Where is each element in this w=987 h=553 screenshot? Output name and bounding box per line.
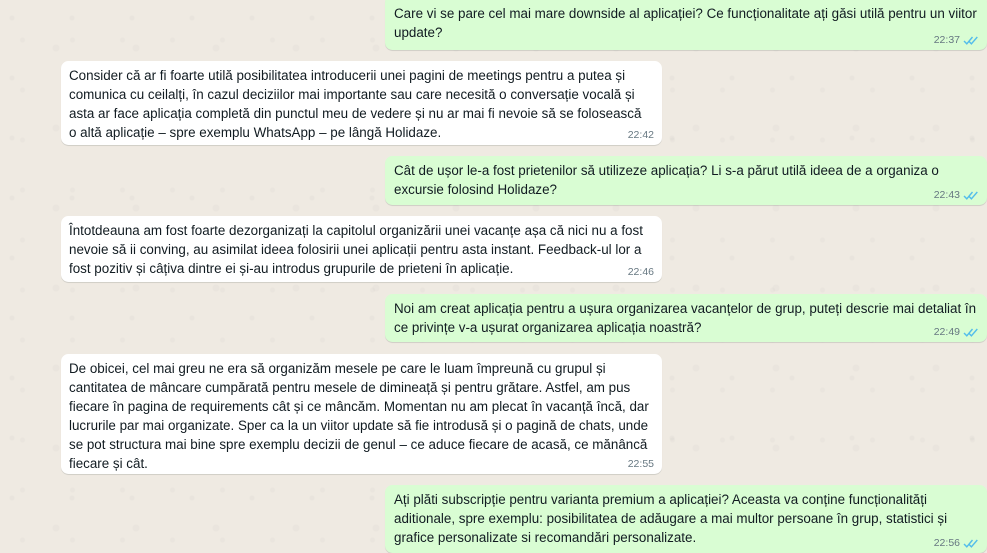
message-outgoing[interactable]: Noi am creat aplicația pentru a ușura or…	[385, 294, 987, 342]
message-outgoing[interactable]: Care vi se pare cel mai mare downside al…	[385, 0, 987, 50]
double-check-icon	[963, 191, 978, 200]
message-incoming[interactable]: De obicei, cel mai greu ne era să organi…	[61, 354, 662, 474]
message-time: 22:42	[627, 129, 654, 141]
chat-panel: Care vi se pare cel mai mare downside al…	[0, 0, 987, 553]
message-meta: 22:37	[934, 34, 979, 46]
message-meta: 22:55	[628, 458, 654, 470]
message-time: 22:46	[627, 266, 654, 278]
message-meta: 22:42	[628, 129, 654, 141]
message-meta: 22:49	[934, 326, 979, 338]
message-meta: 22:56	[934, 537, 979, 549]
double-check-icon	[963, 539, 978, 548]
message-text: Întotdeauna am fost foarte dezorganizați…	[69, 223, 643, 276]
double-check-icon	[963, 328, 978, 337]
message-incoming[interactable]: Consider că ar fi foarte utilă posibilit…	[61, 61, 662, 145]
message-text: Cât de ușor le-a fost prietenilor să uti…	[394, 163, 939, 197]
message-time: 22:55	[627, 458, 654, 470]
message-meta: 22:46	[628, 266, 654, 278]
message-time: 22:43	[933, 189, 960, 201]
message-incoming[interactable]: Întotdeauna am fost foarte dezorganizați…	[61, 216, 662, 282]
message-time: 22:49	[933, 326, 960, 338]
message-outgoing[interactable]: Cât de ușor le-a fost prietenilor să uti…	[385, 156, 987, 205]
message-text: Noi am creat aplicația pentru a ușura or…	[394, 301, 977, 335]
message-time: 22:56	[933, 537, 960, 549]
message-text: Ați plăti subscripție pentru varianta pr…	[394, 492, 948, 545]
message-text: Consider că ar fi foarte utilă posibilit…	[69, 68, 642, 140]
message-time: 22:37	[933, 34, 960, 46]
message-text: De obicei, cel mai greu ne era să organi…	[69, 361, 649, 471]
message-text: Care vi se pare cel mai mare downside al…	[394, 6, 977, 40]
message-meta: 22:43	[934, 189, 979, 201]
message-outgoing[interactable]: Ați plăti subscripție pentru varianta pr…	[385, 485, 987, 553]
double-check-icon	[963, 36, 978, 45]
